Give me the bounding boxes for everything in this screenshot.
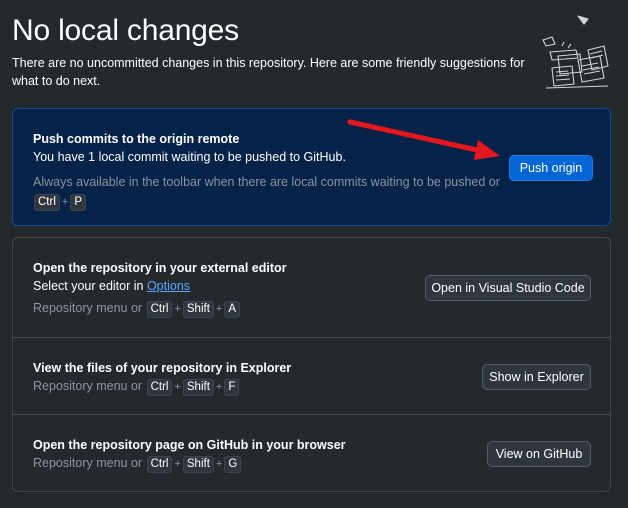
open-in-editor-button[interactable]: Open in Visual Studio Code xyxy=(425,275,591,301)
push-origin-card: Push commits to the origin remote You ha… xyxy=(12,108,611,226)
show-in-explorer-button[interactable]: Show in Explorer xyxy=(482,364,591,390)
push-shortcut: Ctrl + P xyxy=(33,194,87,211)
suggestion-editor-line: Select your editor in Options xyxy=(33,279,190,293)
suggestion-open-editor: Open the repository in your external edi… xyxy=(13,238,610,338)
no-changes-view: No local changes There are no uncommitte… xyxy=(0,0,628,508)
push-origin-button[interactable]: Push origin xyxy=(509,155,593,181)
hint-text: Repository menu or xyxy=(33,379,143,393)
kbd-f: F xyxy=(224,379,240,396)
page-title: No local changes xyxy=(12,14,239,47)
view-on-github-button[interactable]: View on GitHub xyxy=(487,441,591,467)
options-link[interactable]: Options xyxy=(147,279,190,293)
suggestions-list: Open the repository in your external edi… xyxy=(12,237,611,492)
kbd-ctrl: Ctrl xyxy=(146,379,173,396)
hint-text: Repository menu or xyxy=(33,456,143,470)
plus-sign: + xyxy=(174,381,181,393)
red-annotation-arrow-icon xyxy=(347,119,500,160)
suggestion-show-in-explorer: View the files of your repository in Exp… xyxy=(13,338,610,415)
hint-text: Repository menu or xyxy=(33,301,143,315)
suggestion-heading: Open the repository page on GitHub in yo… xyxy=(33,438,346,452)
push-card-hint: Always available in the toolbar when the… xyxy=(33,173,503,212)
plus-sign: + xyxy=(174,458,181,470)
plus-sign: + xyxy=(215,303,223,315)
kbd-shift: Shift xyxy=(182,379,214,396)
kbd-ctrl: Ctrl xyxy=(34,194,60,211)
suggestion-view-on-github: Open the repository page on GitHub in yo… xyxy=(13,415,610,491)
select-editor-text: Select your editor in xyxy=(33,279,147,293)
suggestion-hint: Repository menu or Ctrl + Shift + A xyxy=(33,301,241,318)
push-card-heading: Push commits to the origin remote xyxy=(33,132,240,146)
empty-repository-illustration-icon xyxy=(542,15,609,89)
suggestion-hint: Repository menu or Ctrl + Shift + G xyxy=(33,456,242,473)
plus-sign: + xyxy=(215,458,223,470)
kbd-shift: Shift xyxy=(182,301,214,318)
page-subtitle: There are no uncommitted changes in this… xyxy=(12,56,525,88)
kbd-g: G xyxy=(224,456,242,473)
push-card-description: You have 1 local commit waiting to be pu… xyxy=(33,150,346,164)
plus-sign: + xyxy=(215,381,223,393)
push-hint-text: Always available in the toolbar when the… xyxy=(33,175,500,189)
kbd-p: P xyxy=(70,194,86,211)
kbd-a: A xyxy=(224,301,241,318)
suggestion-heading: View the files of your repository in Exp… xyxy=(33,361,292,375)
plus-sign: + xyxy=(61,196,69,208)
suggestion-hint: Repository menu or Ctrl + Shift + F xyxy=(33,379,240,396)
plus-sign: + xyxy=(174,303,181,315)
kbd-ctrl: Ctrl xyxy=(146,301,173,318)
kbd-ctrl: Ctrl xyxy=(146,456,173,473)
kbd-shift: Shift xyxy=(182,456,214,473)
suggestion-heading: Open the repository in your external edi… xyxy=(33,261,287,275)
